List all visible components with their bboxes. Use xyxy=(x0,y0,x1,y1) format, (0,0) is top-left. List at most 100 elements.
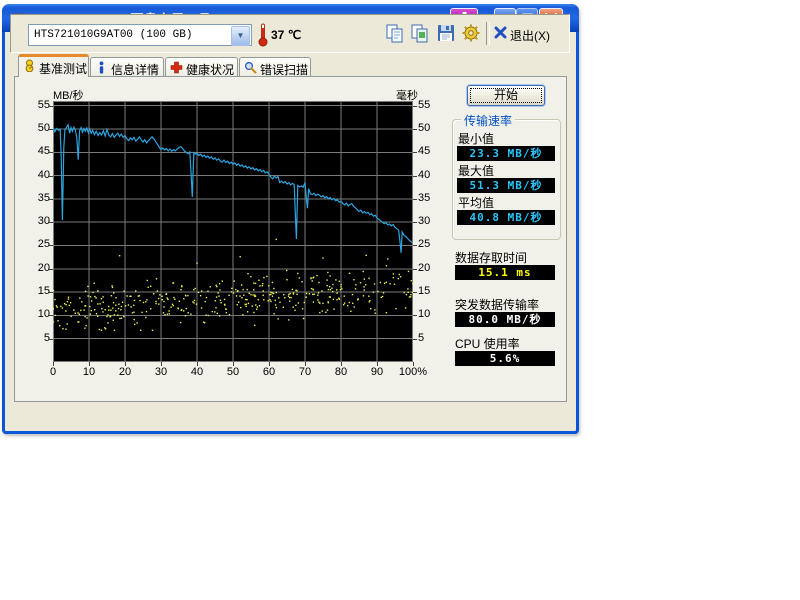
y-axis-tick-label-right: 30 xyxy=(418,215,443,227)
benchmark-icon xyxy=(23,59,36,72)
exit-x-icon xyxy=(494,26,507,39)
x-tick-mark xyxy=(305,362,306,366)
access-time-display: 15.1 ms xyxy=(455,265,555,280)
burst-rate-display: 80.0 MB/秒 xyxy=(455,312,555,327)
exit-label: 退出(X) xyxy=(510,27,550,44)
drive-select[interactable]: HTS721010G9AT00 (100 GB) ▼ xyxy=(28,24,252,46)
y-axis-tick-label-right: 45 xyxy=(418,145,443,157)
y-tick-mark-right xyxy=(413,245,417,246)
y-tick-mark-right xyxy=(413,176,417,177)
x-axis-tick-label: 10 xyxy=(74,366,104,378)
copy-text-icon[interactable] xyxy=(385,23,405,43)
y-axis-tick-label-left: 5 xyxy=(25,332,50,344)
y-axis-tick-label-right: 20 xyxy=(418,262,443,274)
toolbar-separator xyxy=(486,22,490,45)
error-scan-icon xyxy=(244,61,257,74)
y-tick-mark-right xyxy=(413,269,417,270)
y-tick-mark-right xyxy=(413,106,417,107)
x-tick-mark xyxy=(53,362,54,366)
y-axis-tick-label-right: 10 xyxy=(418,308,443,320)
x-axis-tick-label: 80 xyxy=(326,366,356,378)
left-axis-title: MB/秒 xyxy=(53,87,84,103)
exit-button[interactable]: 退出(X) xyxy=(494,25,564,45)
x-tick-mark xyxy=(269,362,270,366)
y-axis-tick-label-right: 25 xyxy=(418,238,443,250)
y-axis-tick-label-left: 40 xyxy=(25,169,50,181)
tab-info-label: 信息详情 xyxy=(111,63,159,77)
y-axis-tick-label-right: 40 xyxy=(418,169,443,181)
x-axis-tick-label: 90 xyxy=(362,366,392,378)
max-value-display: 51.3 MB/秒 xyxy=(457,178,555,193)
y-axis-tick-label-right: 35 xyxy=(418,192,443,204)
y-tick-mark-left xyxy=(49,176,53,177)
y-tick-mark-left xyxy=(49,315,53,316)
y-axis-tick-label-left: 30 xyxy=(25,215,50,227)
y-axis-tick-label-left: 35 xyxy=(25,192,50,204)
avg-value-display: 40.8 MB/秒 xyxy=(457,210,555,225)
max-label: 最大值 xyxy=(458,162,494,179)
y-axis-tick-label-left: 45 xyxy=(25,145,50,157)
y-tick-mark-right xyxy=(413,129,417,130)
x-tick-mark xyxy=(341,362,342,366)
right-axis-title: 毫秒 xyxy=(378,87,418,103)
transfer-rate-group-title: 传输速率 xyxy=(461,112,515,129)
x-axis-tick-label: 20 xyxy=(110,366,140,378)
hdtune-window: HD Tune 2.52 - 硬盘实用工具 xyxy=(2,4,579,434)
y-axis-tick-label-left: 55 xyxy=(25,99,50,111)
y-tick-mark-left xyxy=(49,152,53,153)
y-tick-mark-right xyxy=(413,152,417,153)
x-axis-tick-label: 30 xyxy=(146,366,176,378)
tab-error-scan-label: 错误扫描 xyxy=(260,63,308,77)
tab-info[interactable]: 信息详情 xyxy=(90,57,164,77)
x-axis-tick-label: 60 xyxy=(254,366,284,378)
x-axis-tick-label: 100% xyxy=(398,366,428,378)
y-axis-tick-label-right: 15 xyxy=(418,285,443,297)
x-tick-mark xyxy=(125,362,126,366)
cpu-usage-display: 5.6% xyxy=(455,351,555,366)
y-tick-mark-left xyxy=(49,129,53,130)
copy-image-icon[interactable] xyxy=(410,23,430,43)
y-tick-mark-left xyxy=(49,339,53,340)
start-button[interactable]: 开始 xyxy=(467,85,545,106)
y-tick-mark-left xyxy=(49,269,53,270)
x-axis-tick-label: 70 xyxy=(290,366,320,378)
y-tick-mark-left xyxy=(49,222,53,223)
save-icon[interactable] xyxy=(436,23,456,43)
avg-label: 平均值 xyxy=(458,194,494,211)
y-tick-mark-right xyxy=(413,315,417,316)
cpu-usage-label: CPU 使用率 xyxy=(455,335,520,352)
tab-benchmark[interactable]: 基准测试 xyxy=(18,54,89,77)
tab-health[interactable]: 健康状况 xyxy=(165,57,238,77)
thermometer-icon xyxy=(257,22,269,48)
min-value-display: 23.3 MB/秒 xyxy=(457,146,555,161)
y-axis-tick-label-right: 50 xyxy=(418,122,443,134)
info-icon xyxy=(95,61,108,74)
y-tick-mark-left xyxy=(49,292,53,293)
y-axis-tick-label-left: 50 xyxy=(25,122,50,134)
y-tick-mark-left xyxy=(49,245,53,246)
chevron-down-icon[interactable]: ▼ xyxy=(231,26,250,46)
x-axis-tick-label: 0 xyxy=(38,366,68,378)
burst-rate-label: 突发数据传输率 xyxy=(455,296,539,313)
y-tick-mark-right xyxy=(413,292,417,293)
benchmark-plot xyxy=(53,101,413,362)
tab-error-scan[interactable]: 错误扫描 xyxy=(239,57,311,77)
tab-benchmark-label: 基准测试 xyxy=(39,62,87,76)
options-icon[interactable] xyxy=(461,23,481,43)
drive-select-value: HTS721010G9AT00 (100 GB) xyxy=(34,29,192,41)
y-tick-mark-right xyxy=(413,222,417,223)
x-tick-mark xyxy=(197,362,198,366)
y-axis-tick-label-left: 15 xyxy=(25,285,50,297)
temperature-readout: 37 ℃ xyxy=(271,28,301,42)
y-tick-mark-left xyxy=(49,199,53,200)
min-label: 最小值 xyxy=(458,130,494,147)
y-axis-tick-label-left: 10 xyxy=(25,308,50,320)
desktop: HD Tune 2.52 - 硬盘实用工具 xyxy=(0,0,800,600)
access-time-label: 数据存取时间 xyxy=(455,249,527,266)
x-axis-tick-label: 50 xyxy=(218,366,248,378)
y-axis-tick-label-left: 20 xyxy=(25,262,50,274)
x-axis-tick-label: 40 xyxy=(182,366,212,378)
y-axis-tick-label-left: 25 xyxy=(25,238,50,250)
x-tick-mark xyxy=(233,362,234,366)
tab-health-label: 健康状况 xyxy=(186,63,234,77)
